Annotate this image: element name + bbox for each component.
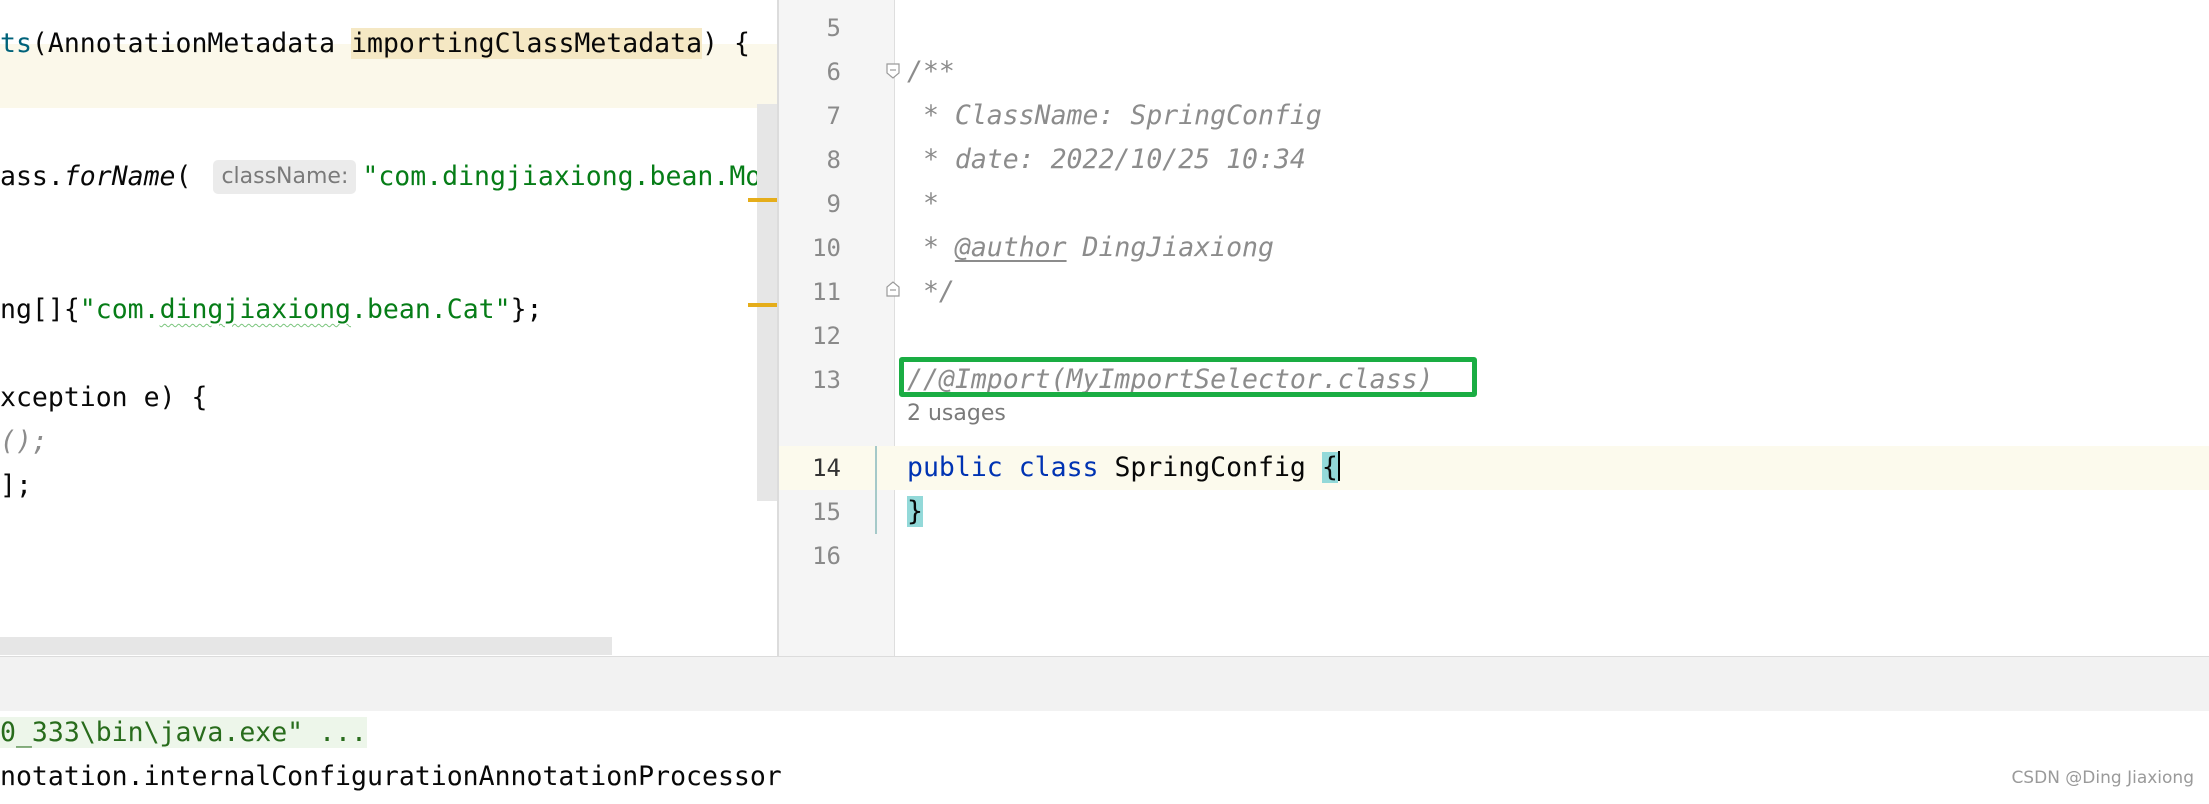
javadoc-author-line[interactable]: * @author DingJiaxiong xyxy=(907,226,1274,270)
open-brace-matched: { xyxy=(1321,452,1338,483)
tool-window-header[interactable] xyxy=(0,656,2209,712)
code-line-return[interactable]: ]; xyxy=(0,464,32,508)
string-literal: "com.dingjiaxiong.bean.Mous xyxy=(362,161,777,192)
code-line-string-array[interactable]: ng[]{"com.dingjiaxiong.bean.Cat"}; xyxy=(0,288,542,332)
warning-marker[interactable] xyxy=(748,303,777,307)
paren-close: ) { xyxy=(702,28,750,59)
fold-end-icon[interactable] xyxy=(886,281,900,297)
param-name-highlighted: importingClassMetadata xyxy=(351,28,703,59)
javadoc-open[interactable]: /** xyxy=(907,50,955,94)
line-number-active: 14 xyxy=(812,454,841,482)
line-number: 7 xyxy=(826,102,841,130)
keyword-public: public xyxy=(907,452,1003,483)
javadoc-prefix: * xyxy=(907,232,955,263)
usages-inlay-hint[interactable]: 2 usages xyxy=(907,401,1006,426)
class-name: SpringConfig xyxy=(1098,452,1322,483)
left-editor-pane[interactable]: ts(AnnotationMetadata importingClassMeta… xyxy=(0,0,777,656)
text-caret xyxy=(1337,451,1340,481)
paren-open: ( xyxy=(31,28,48,59)
javadoc-date[interactable]: * date: 2022/10/25 10:34 xyxy=(907,138,1306,182)
line-number: 13 xyxy=(812,366,841,394)
horizontal-scrollbar[interactable] xyxy=(0,637,612,655)
javadoc-classname[interactable]: * ClassName: SpringConfig xyxy=(907,94,1322,138)
javadoc-author-name: DingJiaxiong xyxy=(1066,232,1274,263)
console-line-output[interactable]: notation.internalConfigurationAnnotation… xyxy=(0,757,782,797)
console-command-text: 0_333\bin\java.exe" ... xyxy=(0,717,367,748)
code-line-print-stack[interactable]: (); xyxy=(0,420,48,464)
watermark: CSDN @Ding Jiaxiong xyxy=(2011,768,2194,788)
code-suffix: }; xyxy=(510,294,543,325)
line-number: 15 xyxy=(812,498,841,526)
code-line-class-forname[interactable]: ass.forName( className: "com.dingjiaxiong… xyxy=(0,155,777,199)
parameter-hint: className: xyxy=(213,160,357,194)
string-literal-typo-marked: dingjiaxiong xyxy=(159,294,352,325)
console-line-java-exe[interactable]: 0_333\bin\java.exe" ... xyxy=(0,713,367,753)
code-prefix: ass. xyxy=(0,161,64,192)
warning-marker[interactable] xyxy=(748,198,777,202)
javadoc-star[interactable]: * xyxy=(907,182,939,226)
javadoc-author-tag: @author xyxy=(954,232,1067,263)
string-literal-part: .bean.Cat" xyxy=(351,294,511,325)
highlight-box xyxy=(899,357,1477,397)
keyword-class: class xyxy=(1018,452,1099,483)
line-number: 9 xyxy=(826,190,841,218)
param-type: AnnotationMetadata xyxy=(47,28,352,59)
run-console[interactable]: 0_333\bin\java.exe" ... notation.interna… xyxy=(0,711,2209,804)
class-declaration-line[interactable]: public class SpringConfig { xyxy=(907,446,1340,490)
javadoc-close[interactable]: */ xyxy=(907,270,955,314)
code-line-method-signature[interactable]: ts(AnnotationMetadata importingClassMeta… xyxy=(0,22,750,66)
method-call-forname: forName xyxy=(63,161,176,192)
line-number: 6 xyxy=(826,58,841,86)
line-number: 5 xyxy=(826,14,841,42)
line-number: 16 xyxy=(812,542,841,570)
class-close-line[interactable]: } xyxy=(907,490,923,534)
string-literal-part: "com. xyxy=(79,294,160,325)
code-prefix: ng[]{ xyxy=(0,294,80,325)
method-name-fragment: ts xyxy=(0,28,32,59)
line-number: 12 xyxy=(812,322,841,350)
line-number: 8 xyxy=(826,146,841,174)
code-line-catch[interactable]: xception e) { xyxy=(0,376,207,420)
fold-collapse-icon[interactable] xyxy=(886,63,900,79)
line-number: 10 xyxy=(812,234,841,262)
paren-open: ( xyxy=(175,161,208,192)
close-brace-matched: } xyxy=(907,496,923,527)
line-number: 11 xyxy=(812,278,841,306)
scope-indicator xyxy=(875,446,877,534)
